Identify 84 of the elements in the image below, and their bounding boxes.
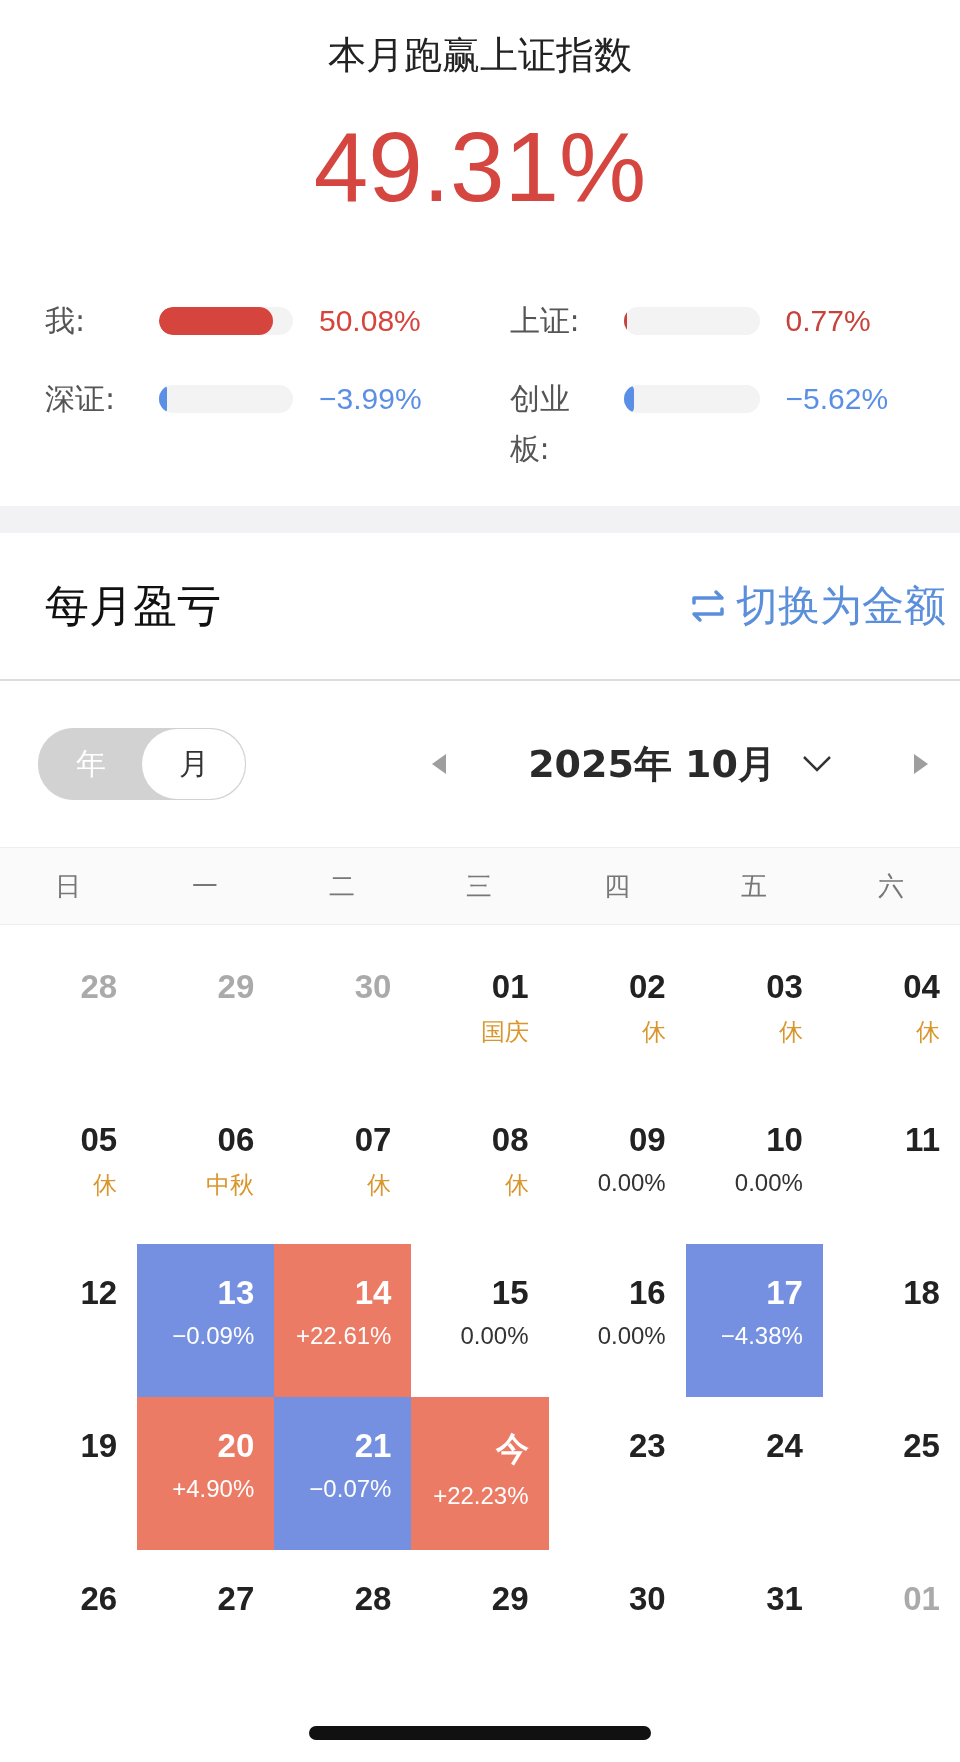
summary-value: 49.31% <box>313 111 647 224</box>
day-number: 30 <box>629 1580 666 1618</box>
day-note: 国庆 <box>480 1017 529 1047</box>
day-cell[interactable]: 今 +22.23% <box>411 1397 549 1550</box>
metric-label: 创业板: <box>509 380 571 468</box>
metric-label: 深证: <box>45 380 117 418</box>
day-number: 13 <box>217 1274 255 1312</box>
summary-title: 本月跑赢上证指数 <box>328 32 632 79</box>
weekday-label: 四 <box>602 869 631 903</box>
day-note: 中秋 <box>206 1170 255 1200</box>
day-number: 今 <box>495 1429 529 1469</box>
day-number: 14 <box>354 1274 392 1312</box>
day-number: 09 <box>629 1121 666 1159</box>
day-number: 23 <box>629 1427 666 1465</box>
day-number: 24 <box>766 1427 803 1465</box>
day-note: 0.00% <box>460 1322 529 1350</box>
day-number: 29 <box>217 968 255 1006</box>
day-cell[interactable]: 20 +4.90% <box>137 1397 275 1550</box>
day-number: 11 <box>905 1121 940 1159</box>
day-number: 28 <box>354 1580 392 1618</box>
day-cell[interactable]: 17 −4.38% <box>685 1244 823 1397</box>
day-note: 休 <box>504 1170 529 1200</box>
weekday-label: 二 <box>328 869 357 903</box>
day-note: 0.00% <box>597 1322 666 1350</box>
day-note: 休 <box>367 1170 392 1200</box>
day-number: 01 <box>903 1580 940 1618</box>
day-number: 05 <box>80 1121 118 1159</box>
day-note: −4.38% <box>720 1322 803 1350</box>
day-number: 20 <box>217 1427 255 1465</box>
day-number: 04 <box>903 968 940 1006</box>
day-number: 01 <box>491 968 529 1006</box>
day-number: 02 <box>629 968 666 1006</box>
day-number: 06 <box>217 1121 255 1159</box>
day-number: 07 <box>354 1121 392 1159</box>
day-number: 29 <box>491 1580 529 1618</box>
weekday-label: 日 <box>54 869 82 903</box>
switch-link[interactable]: 切换为金额 <box>690 578 946 634</box>
weekday-label: 六 <box>876 869 905 903</box>
day-note: +22.23% <box>433 1482 529 1510</box>
day-number: 18 <box>903 1274 940 1312</box>
metric-value: −3.99% <box>319 381 423 417</box>
day-note: +4.90% <box>172 1475 255 1503</box>
day-number: 30 <box>354 968 392 1006</box>
day-note: +22.61% <box>296 1322 392 1350</box>
day-note: 0.00% <box>734 1169 803 1197</box>
day-note: 休 <box>93 1170 118 1200</box>
metric-value: −5.62% <box>785 381 890 417</box>
weekday-label: 三 <box>465 869 494 903</box>
next-month-icon[interactable] <box>912 752 930 776</box>
day-number: 27 <box>217 1580 255 1618</box>
weekday-label: 五 <box>739 869 768 903</box>
swap-icon <box>690 589 726 623</box>
day-note: 休 <box>778 1017 803 1047</box>
day-note: 0.00% <box>597 1169 666 1197</box>
day-note: −0.07% <box>309 1475 392 1503</box>
day-number: 21 <box>354 1427 392 1465</box>
day-cell[interactable]: 21 −0.07% <box>274 1397 412 1550</box>
metric-label: 上证: <box>509 302 581 340</box>
day-number: 31 <box>766 1580 803 1618</box>
day-note: 休 <box>916 1017 940 1047</box>
day-number: 26 <box>80 1580 118 1618</box>
month-picker[interactable]: 2025年 10月 <box>488 738 872 790</box>
day-number: 28 <box>80 968 118 1006</box>
metric-label: 我: <box>45 302 87 340</box>
day-cell[interactable]: 13 −0.09% <box>137 1244 275 1397</box>
section-title: 每月盈亏 <box>45 578 221 633</box>
day-number: 10 <box>766 1121 803 1159</box>
day-number: 25 <box>903 1427 940 1465</box>
day-number: 15 <box>491 1274 529 1312</box>
weekday-label: 一 <box>191 869 220 903</box>
day-number: 16 <box>629 1274 666 1312</box>
day-number: 12 <box>80 1274 118 1312</box>
day-cell[interactable]: 14 +22.61% <box>274 1244 412 1397</box>
previous-month-icon[interactable] <box>430 752 449 776</box>
toggle-option[interactable]: 月 <box>142 729 245 799</box>
metric-value: 0.77% <box>785 303 872 339</box>
day-number: 19 <box>80 1427 118 1465</box>
day-number: 08 <box>491 1121 529 1159</box>
day-number: 03 <box>766 968 803 1006</box>
day-number: 17 <box>766 1274 803 1312</box>
day-note: −0.09% <box>172 1322 255 1350</box>
metric-value: 50.08% <box>319 303 422 339</box>
day-note: 休 <box>641 1017 666 1047</box>
chevron-down-icon <box>802 755 832 773</box>
